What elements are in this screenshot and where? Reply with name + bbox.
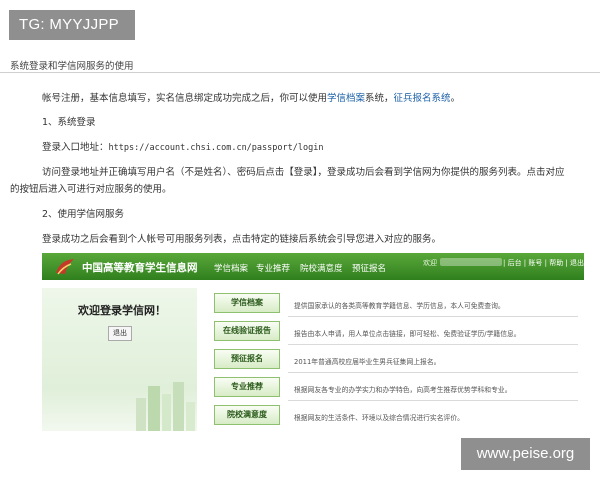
service-desc-online-report: 报告由本人申请，用人单位点击链接，即可轻松、免费验证学历/学籍信息。 <box>294 330 521 338</box>
welcome-text: 欢迎 <box>423 259 437 267</box>
service-desc-pre-enlist: 2011年普通高校应届毕业生男兵征集网上报名。 <box>294 358 441 366</box>
logout-button[interactable]: 退出 <box>108 326 132 341</box>
watermark: www.peise.org <box>461 438 590 470</box>
service-divider <box>288 344 578 345</box>
divider <box>0 72 600 73</box>
service-divider <box>288 400 578 401</box>
service-button-archive[interactable]: 学信档案 <box>214 293 280 313</box>
section-title: 系统登录和学信网服务的使用 <box>10 61 134 72</box>
service-desc-archive: 提供国家承认的各类高等教育学籍信息、学历信息，本人可免费查询。 <box>294 302 505 310</box>
paragraph-intro: 帐号注册，基本信息填写，实名信息绑定成功完成之后，你可以使用学信档案系统，征兵报… <box>42 93 461 104</box>
paragraph-login-line1: 访问登录地址并正确填写用户名（不是姓名）、密码后点击【登录】，登录成功后会看到学… <box>42 167 565 178</box>
logo-icon <box>56 259 74 275</box>
site-name: 中国高等教育学生信息网 <box>82 262 198 274</box>
nav-item-satisfaction[interactable]: 院校满意度 <box>300 262 343 274</box>
welcome-title: 欢迎登录学信网！ <box>78 304 166 317</box>
link-conscription-system[interactable]: 征兵报名系统 <box>394 93 451 104</box>
login-url-link[interactable]: https://account.chsi.com.cn/passport/log… <box>109 143 324 153</box>
login-entry: 登录入口地址：https://account.chsi.com.cn/passp… <box>42 142 324 153</box>
service-desc-major-recommend: 根据网友各专业的办学实力和办学特色，向高考生推荐优势学科和专业。 <box>294 386 512 394</box>
service-desc-satisfaction: 根据网友的生活条件、环境以及综合情况进行实名评价。 <box>294 414 464 422</box>
nav-item-pre-enlist[interactable]: 预征报名 <box>352 262 386 274</box>
city-skyline-icon <box>136 382 195 431</box>
portal-screenshot: 中国高等教育学生信息网 学信档案 专业推荐 院校满意度 预征报名 欢迎 | 后台… <box>42 253 584 431</box>
service-button-pre-enlist[interactable]: 预征报名 <box>214 349 280 369</box>
login-panel: 欢迎登录学信网！ 退出 <box>42 288 197 431</box>
nav-item-major-recommend[interactable]: 专业推荐 <box>256 262 290 274</box>
service-button-online-report[interactable]: 在线验证报告 <box>214 321 280 341</box>
heading-services: 2、使用学信网服务 <box>42 209 125 220</box>
nav-item-archive[interactable]: 学信档案 <box>214 262 248 274</box>
service-divider <box>288 316 578 317</box>
tg-badge: TG: MYYJJPP <box>9 10 135 40</box>
username-blurred <box>440 258 502 266</box>
heading-login: 1、系统登录 <box>42 117 96 128</box>
top-links[interactable]: | 后台 | 账号 | 帮助 | 退出 <box>503 258 584 268</box>
link-xuexin-archive[interactable]: 学信档案 <box>327 93 365 104</box>
service-button-major-recommend[interactable]: 专业推荐 <box>214 377 280 397</box>
service-divider <box>288 372 578 373</box>
paragraph-login-line2: 的按钮后进入可进行对应服务的使用。 <box>10 184 172 195</box>
paragraph-services: 登录成功之后会看到个人帐号可用服务列表，点击特定的链接后系统会引导您进入对应的服… <box>42 234 442 245</box>
service-button-satisfaction[interactable]: 院校满意度 <box>214 405 280 425</box>
portal-navbar: 中国高等教育学生信息网 学信档案 专业推荐 院校满意度 预征报名 欢迎 | 后台… <box>42 253 584 280</box>
